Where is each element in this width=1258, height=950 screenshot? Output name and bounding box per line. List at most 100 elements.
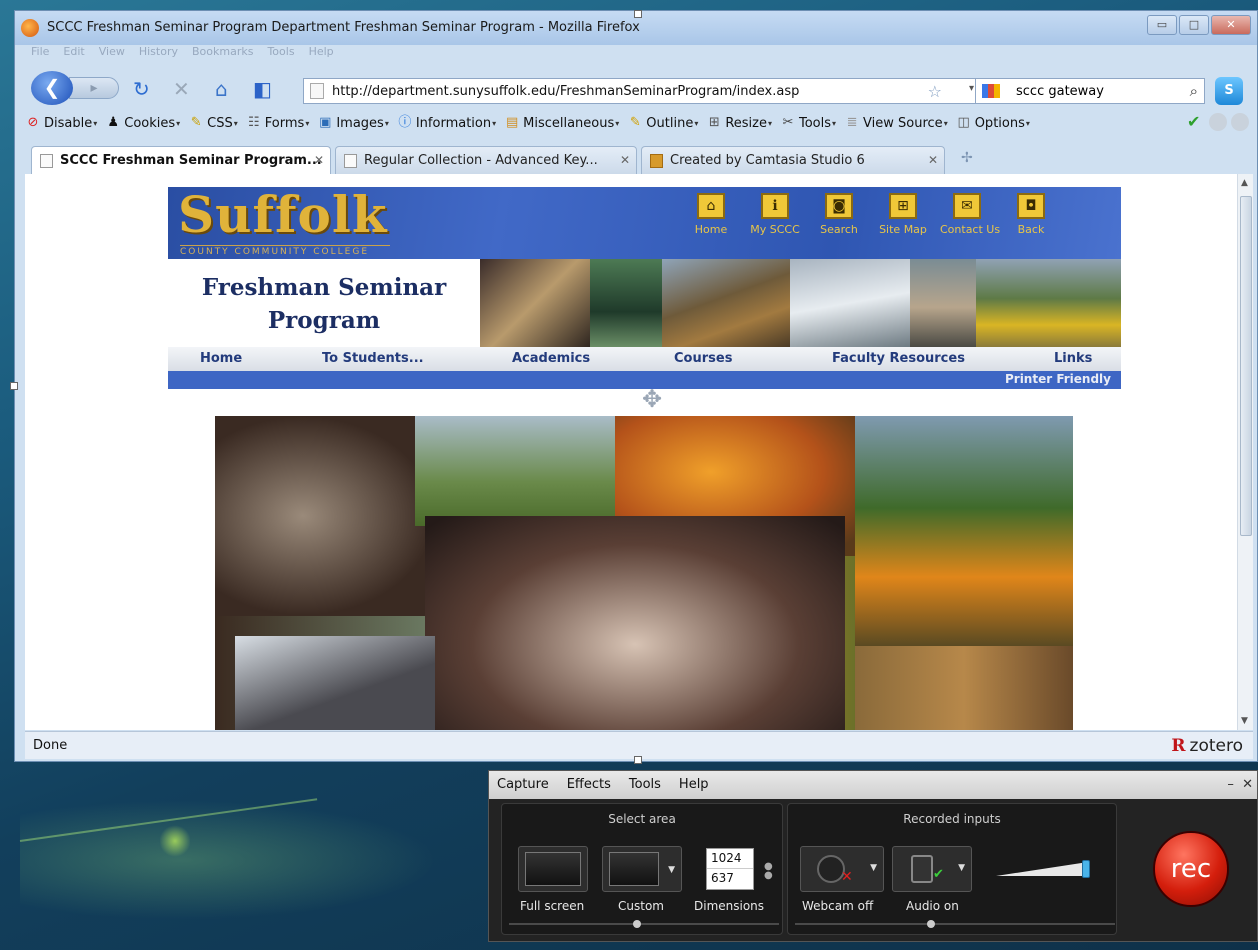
new-tab-icon[interactable]: ✢: [961, 150, 973, 166]
menu-history[interactable]: History: [139, 45, 178, 65]
students-collage-image: [215, 416, 1073, 730]
move-handle-icon[interactable]: ✥: [637, 384, 667, 414]
home-icon[interactable]: ⌂: [215, 79, 228, 99]
zotero-button[interactable]: Rzotero: [1171, 736, 1243, 756]
tab-regular-collection[interactable]: Regular Collection - Advanced Key... ✕: [335, 146, 637, 174]
dev-view-source[interactable]: ≣ View Source ▾: [844, 115, 948, 131]
tab-freshman-seminar[interactable]: SCCC Freshman Seminar Program... ✕: [31, 146, 331, 174]
scroll-up-icon[interactable]: ▲: [1241, 178, 1248, 188]
skype-icon[interactable]: S: [1215, 77, 1243, 105]
close-button[interactable]: ✕: [1211, 15, 1251, 35]
header-nav-home[interactable]: ⌂ Home: [684, 193, 738, 236]
url-dropdown-icon[interactable]: ▾: [969, 83, 974, 94]
dev-images[interactable]: ▣ Images ▾: [317, 115, 389, 131]
capture-resize-handle-left[interactable]: [10, 382, 18, 390]
recorder-menu-effects[interactable]: Effects: [567, 777, 611, 799]
site-header: Suffolk COUNTY COMMUNITY COLLEGE ⌂ Home ℹ…: [168, 185, 1121, 259]
bookmark-star-icon[interactable]: ☆: [928, 82, 942, 101]
url-input[interactable]: [332, 83, 892, 99]
address-bar[interactable]: ☆ ▾: [303, 78, 983, 104]
search-input[interactable]: [1016, 83, 1176, 99]
recorder-window-controls[interactable]: – ✕: [1227, 777, 1253, 792]
close-tab-icon[interactable]: ✕: [928, 153, 938, 167]
status-circle-icon-2[interactable]: [1231, 113, 1249, 131]
menu-bookmarks[interactable]: Bookmarks: [192, 45, 253, 65]
dev-css[interactable]: ✎ CSS ▾: [188, 115, 238, 131]
forward-button[interactable]: ▸: [69, 77, 119, 99]
dev-options[interactable]: ◫ Options ▾: [956, 115, 1030, 131]
desktop-mark: [160, 822, 190, 860]
nav-home[interactable]: Home: [200, 351, 242, 366]
volume-knob[interactable]: [1082, 860, 1090, 878]
close-tab-icon[interactable]: ✕: [314, 153, 324, 167]
nav-to-students[interactable]: To Students...: [322, 351, 424, 366]
recorder-menu-tools[interactable]: Tools: [629, 777, 661, 799]
recorder-menu-capture[interactable]: Capture: [497, 777, 549, 799]
webcam-button[interactable]: ✕ ▼: [800, 846, 884, 892]
full-screen-button[interactable]: [518, 846, 588, 892]
width-field[interactable]: 1024: [707, 849, 753, 869]
audio-button[interactable]: ✔ ▼: [892, 846, 972, 892]
reload-icon[interactable]: ↻: [133, 79, 150, 99]
page-icon: [40, 154, 53, 168]
height-field[interactable]: 637: [707, 869, 753, 889]
menu-help[interactable]: Help: [309, 45, 334, 65]
custom-dropdown-icon[interactable]: ▼: [668, 865, 675, 875]
tab-camtasia[interactable]: Created by Camtasia Studio 6 ✕: [641, 146, 945, 174]
search-bar[interactable]: ⌕: [975, 78, 1205, 104]
header-nav-site-map[interactable]: ⊞ Site Map: [876, 193, 930, 236]
custom-button[interactable]: ▼: [602, 846, 682, 892]
scroll-down-icon[interactable]: ▼: [1241, 716, 1248, 726]
webcam-label: Webcam off: [802, 899, 874, 913]
maximize-button[interactable]: □: [1179, 15, 1209, 35]
select-area-title: Select area: [608, 812, 676, 826]
photo-campus-trees: [662, 259, 790, 347]
google-icon[interactable]: [982, 84, 1000, 98]
collage-student-portrait: [855, 646, 1073, 730]
menu-edit[interactable]: Edit: [63, 45, 84, 65]
nav-faculty-resources[interactable]: Faculty Resources: [832, 351, 965, 366]
dev-information[interactable]: ⓘ Information ▾: [397, 115, 496, 131]
recorder-menu-help[interactable]: Help: [679, 777, 709, 799]
webcam-dropdown-icon[interactable]: ▼: [870, 863, 877, 873]
dev-disable[interactable]: ⊘ Disable ▾: [25, 115, 98, 131]
dev-outline[interactable]: ✎ Outline ▾: [627, 115, 699, 131]
header-nav-search[interactable]: ◙ Search: [812, 193, 866, 236]
status-text: Done: [33, 738, 68, 753]
stop-icon[interactable]: ✕: [173, 79, 190, 99]
volume-slider[interactable]: [996, 860, 1090, 878]
dimensions-box[interactable]: 1024 637: [706, 848, 754, 890]
minimize-button[interactable]: ▭: [1147, 15, 1177, 35]
suffolk-logo[interactable]: Suffolk: [178, 185, 387, 244]
search-icon[interactable]: ⌕: [1190, 82, 1198, 100]
menu-view[interactable]: View: [99, 45, 125, 65]
delicious-icon[interactable]: ◧: [253, 79, 272, 99]
vertical-scrollbar[interactable]: ▲ ▼: [1237, 174, 1253, 730]
web-developer-toolbar: ⊘ Disable ▾ ♟ Cookies ▾ ✎ CSS ▾ ☷ Forms ▾ ▣ Image…: [15, 111, 1257, 135]
back-button[interactable]: ❮: [31, 71, 73, 105]
nav-courses[interactable]: Courses: [674, 351, 732, 366]
header-nav-my-sccc[interactable]: ℹ My SCCC: [748, 193, 802, 236]
capture-resize-handle-top[interactable]: [634, 10, 642, 18]
menu-file[interactable]: File: [31, 45, 49, 65]
dev-resize[interactable]: ⊞ Resize ▾: [706, 115, 772, 131]
dev-miscellaneous[interactable]: ▤ Miscellaneous ▾: [504, 115, 619, 131]
nav-academics[interactable]: Academics: [512, 351, 590, 366]
nav-links[interactable]: Links: [1054, 351, 1092, 366]
printer-friendly-link[interactable]: Printer Friendly: [1005, 372, 1111, 386]
header-nav-contact-us[interactable]: ✉ Contact Us: [940, 193, 1000, 236]
audio-dropdown-icon[interactable]: ▼: [958, 863, 965, 873]
capture-resize-handle-bottom[interactable]: [634, 756, 642, 764]
lock-aspect-icon[interactable]: ● ●: [764, 862, 773, 881]
record-button[interactable]: rec: [1153, 831, 1229, 907]
full-screen-icon: [525, 852, 581, 886]
scroll-thumb[interactable]: [1240, 196, 1252, 536]
header-nav-back[interactable]: ◘ Back: [1004, 193, 1058, 236]
dev-tools[interactable]: ✂ Tools ▾: [780, 115, 837, 131]
menu-tools[interactable]: Tools: [267, 45, 294, 65]
dev-cookies[interactable]: ♟ Cookies ▾: [105, 115, 180, 131]
dev-forms[interactable]: ☷ Forms ▾: [246, 115, 309, 131]
validation-ok-icon[interactable]: ✔: [1187, 113, 1205, 131]
status-circle-icon[interactable]: [1209, 113, 1227, 131]
close-tab-icon[interactable]: ✕: [620, 153, 630, 167]
